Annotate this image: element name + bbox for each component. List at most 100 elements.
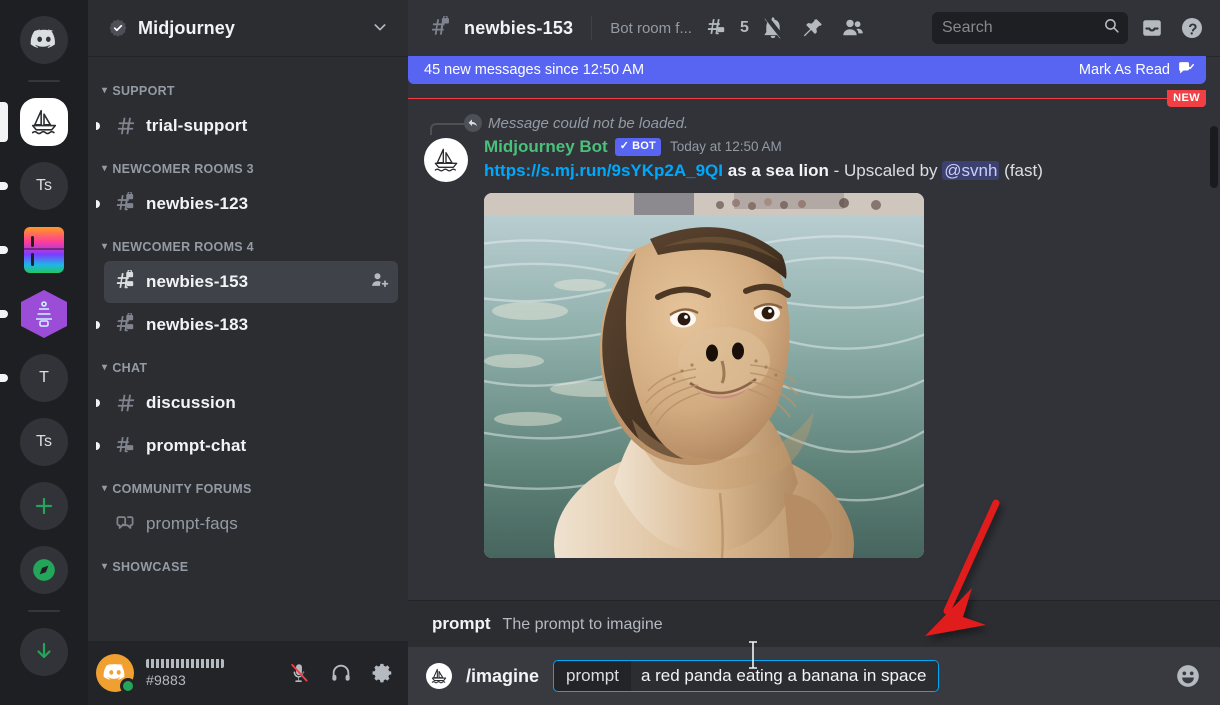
channel-newbies-183[interactable]: newbies-183 xyxy=(96,304,398,346)
chevron-down-icon: ▾ xyxy=(102,163,108,174)
user-info[interactable]: #9883 xyxy=(142,658,274,688)
message-scrollbar[interactable] xyxy=(1210,114,1218,444)
message-link[interactable]: https://s.mj.run/9sYKp2A_9QI xyxy=(484,161,723,180)
chevron-down-icon[interactable] xyxy=(372,19,388,38)
channel-prompt-chat[interactable]: prompt-chat xyxy=(96,425,398,467)
download-icon[interactable] xyxy=(20,628,68,676)
compass-icon[interactable] xyxy=(20,546,68,594)
category-newcomer-rooms-3[interactable]: ▾ NEWCOMER ROOMS 3 xyxy=(88,148,408,182)
message-header: Midjourney Bot ✓ BOT Today at 12:50 AM xyxy=(484,136,1206,158)
category-showcase[interactable]: ▾ SHOWCASE xyxy=(88,546,408,580)
server-rail-item-t[interactable]: T xyxy=(0,350,88,406)
avatar[interactable] xyxy=(424,138,468,182)
server-avatar-text[interactable]: Ts xyxy=(20,418,68,466)
message-mention[interactable]: @svnh xyxy=(942,161,1000,181)
category-label: SHOWCASE xyxy=(112,560,189,574)
command-option-chip-value[interactable]: a red panda eating a banana in space xyxy=(630,661,939,691)
server-rail-item-midjourney[interactable] xyxy=(0,94,88,150)
help-icon[interactable] xyxy=(1176,12,1208,44)
midjourney-sail-icon[interactable] xyxy=(20,98,68,146)
channel-list[interactable]: ▾ SUPPORT trial-support ▾ NEWCOMER ROOMS… xyxy=(88,56,408,641)
sea-lion-image xyxy=(484,193,924,559)
download-apps-button[interactable] xyxy=(0,624,88,680)
search-icon xyxy=(1103,17,1120,39)
notifications-muted-icon[interactable] xyxy=(757,12,789,44)
members-icon[interactable] xyxy=(837,12,869,44)
channel-sidebar: Midjourney ▾ SUPPORT trial-support ▾ NEW… xyxy=(88,0,408,705)
server-name: Midjourney xyxy=(138,17,236,38)
gradient-fridge-icon[interactable] xyxy=(24,227,64,273)
mark-as-read-button[interactable]: Mark As Read xyxy=(1079,60,1195,81)
threads-icon[interactable] xyxy=(700,12,732,44)
scrollbar-thumb[interactable] xyxy=(1210,126,1218,188)
gear-icon[interactable] xyxy=(366,656,400,690)
add-server-button[interactable] xyxy=(0,478,88,534)
unread-indicator xyxy=(96,399,100,407)
create-invite-icon[interactable] xyxy=(370,270,390,295)
message-area[interactable]: 45 new messages since 12:50 AM Mark As R… xyxy=(408,56,1220,600)
channel-topic[interactable]: Bot room f... xyxy=(610,20,692,37)
server-rail-item-discord-home[interactable] xyxy=(0,12,88,68)
channel-label: discussion xyxy=(146,393,236,412)
command-option-chip-key: prompt xyxy=(554,661,631,691)
bot-badge-label: BOT xyxy=(632,140,656,153)
pin-icon[interactable] xyxy=(797,12,829,44)
category-chat[interactable]: ▾ CHAT xyxy=(88,347,408,381)
headset-deafen-button[interactable] xyxy=(324,656,358,690)
emoji-picker-icon[interactable] xyxy=(1172,660,1204,692)
unread-indicator xyxy=(96,122,100,130)
category-support[interactable]: ▾ SUPPORT xyxy=(88,70,408,104)
inbox-icon[interactable] xyxy=(1136,12,1168,44)
server-rail: Ts T Ts xyxy=(0,0,88,705)
server-avatar-text[interactable]: Ts xyxy=(20,162,68,210)
message-body: Midjourney Bot ✓ BOT Today at 12:50 AM h… xyxy=(484,136,1206,559)
unread-pill xyxy=(0,246,8,254)
slash-command-name: /imagine xyxy=(466,665,540,686)
message-timestamp: Today at 12:50 AM xyxy=(669,139,782,155)
message-list: Message could not be loaded. Midjourney … xyxy=(408,56,1220,559)
channel-label: newbies-183 xyxy=(146,315,249,334)
message-attachment-image[interactable] xyxy=(484,193,924,559)
search-input[interactable]: Search xyxy=(932,12,1128,44)
command-app-avatar xyxy=(426,663,452,689)
channel-label: newbies-153 xyxy=(146,272,249,291)
command-option-chip[interactable]: prompt a red panda eating a banana in sp… xyxy=(553,660,940,692)
mic-muted-button[interactable] xyxy=(282,656,316,690)
category-label: SUPPORT xyxy=(112,84,175,98)
channel-prompt-faqs[interactable]: prompt-faqs xyxy=(104,503,398,545)
explore-servers-button[interactable] xyxy=(0,542,88,598)
hash-lock-icon xyxy=(112,191,138,217)
channel-trial-support[interactable]: trial-support xyxy=(96,105,398,147)
rail-divider xyxy=(28,80,60,82)
plus-icon[interactable] xyxy=(20,482,68,530)
hash-icon xyxy=(112,390,138,416)
category-community-forums[interactable]: ▾ COMMUNITY FORUMS xyxy=(88,468,408,502)
server-header[interactable]: Midjourney xyxy=(88,0,408,56)
server-rail-item-hex[interactable] xyxy=(0,286,88,342)
discord-logo-icon[interactable] xyxy=(20,16,68,64)
chevron-down-icon: ▾ xyxy=(102,85,108,96)
channel-discussion[interactable]: discussion xyxy=(96,382,398,424)
server-rail-item-gradient[interactable] xyxy=(0,222,88,278)
channel-newbies-153[interactable]: newbies-153 xyxy=(104,261,398,303)
server-rail-item-ts-2[interactable]: Ts xyxy=(0,414,88,470)
new-messages-banner[interactable]: 45 new messages since 12:50 AM Mark As R… xyxy=(408,56,1206,84)
server-rail-item-ts-1[interactable]: Ts xyxy=(0,158,88,214)
category-label: CHAT xyxy=(112,361,148,375)
command-option-hint[interactable]: prompt The prompt to imagine xyxy=(408,600,1220,647)
mark-read-check-icon xyxy=(1177,60,1195,81)
server-avatar-text[interactable]: T xyxy=(20,354,68,402)
verified-badge-icon xyxy=(108,18,128,38)
channel-newbies-123[interactable]: newbies-123 xyxy=(96,183,398,225)
message-author[interactable]: Midjourney Bot xyxy=(484,136,608,158)
hash-lock-icon xyxy=(112,312,138,338)
message-item: Midjourney Bot ✓ BOT Today at 12:50 AM h… xyxy=(408,134,1206,559)
command-option-key: prompt xyxy=(432,614,491,633)
category-newcomer-rooms-4[interactable]: ▾ NEWCOMER ROOMS 4 xyxy=(88,226,408,260)
message-input-row[interactable]: /imagine prompt a red panda eating a ban… xyxy=(408,647,1220,705)
chevron-down-icon: ▾ xyxy=(102,561,108,572)
avatar[interactable] xyxy=(96,654,136,694)
purple-hexagon-icon[interactable] xyxy=(21,290,67,338)
reply-context[interactable]: Message could not be loaded. xyxy=(430,112,1206,135)
chevron-down-icon: ▾ xyxy=(102,362,108,373)
